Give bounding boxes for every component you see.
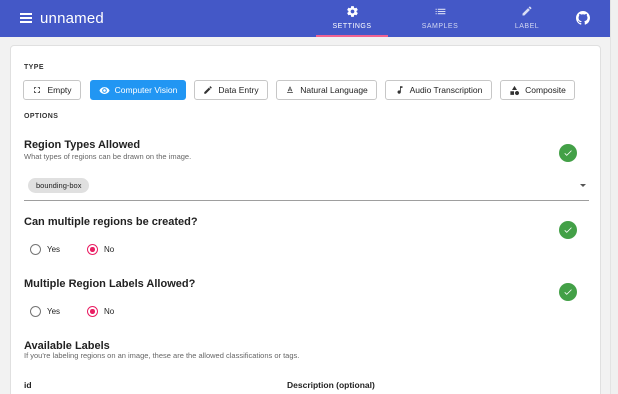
tab-label: LABEL: [514, 23, 540, 30]
radio-label-no: No: [104, 245, 115, 254]
region-types-description: What types of regions can be drawn on th…: [24, 152, 192, 161]
column-header-description: Description (optional): [287, 380, 375, 390]
tab-samples[interactable]: SAMPLES: [400, 0, 480, 37]
active-tab-indicator: [316, 35, 388, 37]
github-icon[interactable]: [576, 11, 590, 25]
menu-icon[interactable]: [20, 13, 32, 23]
multiple-regions-yes-radio[interactable]: [30, 244, 41, 255]
type-button-label: Composite: [525, 85, 566, 95]
type-button-label: Empty: [47, 85, 72, 95]
text-format-icon: [287, 86, 294, 93]
fullscreen-icon: [34, 87, 41, 93]
chevron-down-icon: [580, 184, 586, 187]
type-heading: TYPE: [24, 64, 44, 71]
type-button-empty[interactable]: Empty: [23, 80, 81, 100]
multiple-labels-yes-radio[interactable]: [30, 306, 41, 317]
check-circle-icon: [559, 144, 577, 162]
music-note-icon: [397, 86, 403, 94]
page-scrollbar[interactable]: [610, 0, 618, 394]
region-types-title: Region Types Allowed: [24, 139, 141, 151]
radio-label-no: No: [104, 307, 115, 316]
radio-label-yes: Yes: [47, 245, 61, 254]
multiple-labels-no-radio[interactable]: [87, 306, 98, 317]
type-button-audio-transcription[interactable]: Audio Transcription: [385, 80, 492, 100]
multiple-regions-no-radio[interactable]: [87, 244, 98, 255]
type-button-data-entry[interactable]: Data Entry: [194, 80, 268, 100]
tab-label: SETTINGS: [332, 23, 372, 30]
type-button-label: Data Entry: [218, 85, 259, 95]
tab-label-page[interactable]: LABEL: [487, 0, 567, 37]
eye-icon: [99, 86, 110, 94]
available-labels-description: If you're labeling regions on an image, …: [24, 351, 300, 360]
multiple-regions-title: Can multiple regions be created?: [24, 216, 198, 228]
type-button-composite[interactable]: Composite: [500, 80, 575, 100]
pencil-icon: [487, 5, 567, 19]
type-button-natural-language[interactable]: Natural Language: [276, 80, 377, 100]
tab-label: SAMPLES: [421, 23, 459, 30]
pencil-icon: [204, 86, 213, 94]
region-type-chip[interactable]: bounding-box: [28, 178, 90, 193]
options-heading: OPTIONS: [24, 113, 59, 120]
settings-card: TYPE Empty Computer Vision Data Entry Na…: [10, 45, 601, 394]
gear-icon: [312, 5, 392, 19]
tab-settings[interactable]: SETTINGS: [312, 0, 392, 37]
category-icon: [510, 85, 520, 95]
list-icon: [400, 5, 480, 19]
column-header-id: id: [24, 380, 32, 390]
type-button-label: Audio Transcription: [409, 85, 483, 95]
type-button-label: Natural Language: [300, 85, 368, 95]
check-circle-icon: [559, 283, 577, 301]
check-circle-icon: [559, 221, 577, 239]
app-title: unnamed: [40, 10, 104, 27]
type-button-computer-vision[interactable]: Computer Vision: [90, 80, 186, 100]
type-button-label: Computer Vision: [114, 85, 178, 95]
region-types-select[interactable]: bounding-box: [24, 174, 589, 201]
multiple-labels-title: Multiple Region Labels Allowed?: [24, 278, 196, 290]
app-bar: unnamed SETTINGS SAMPLES LABEL: [0, 0, 610, 37]
radio-label-yes: Yes: [47, 307, 61, 316]
